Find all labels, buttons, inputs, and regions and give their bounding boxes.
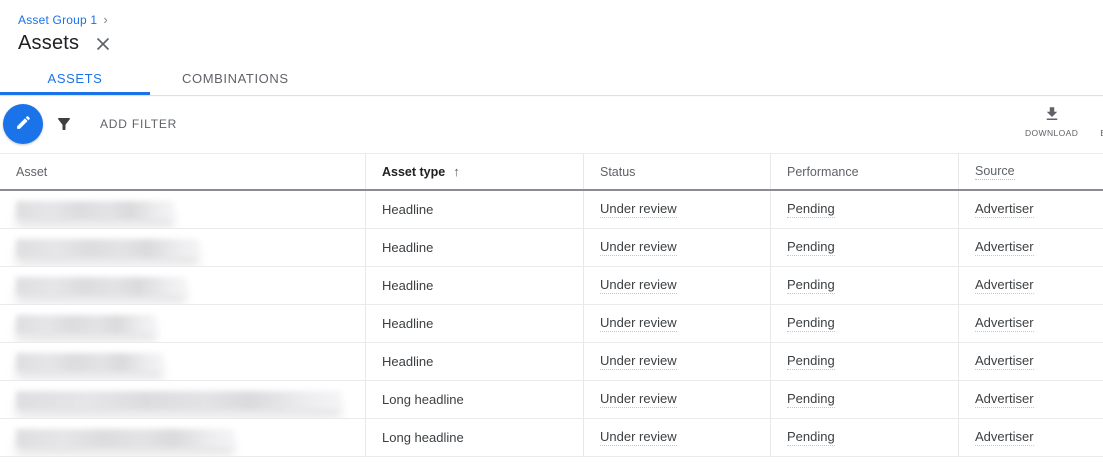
column-header-asset[interactable]: Asset: [0, 154, 365, 189]
status-cell: Under review: [583, 381, 770, 418]
performance-cell: Pending: [770, 305, 958, 342]
status-cell: Under review: [583, 419, 770, 456]
column-header-source[interactable]: Source: [958, 154, 1103, 189]
asset-cell: [0, 267, 365, 304]
sort-ascending-icon: ↑: [453, 164, 460, 179]
assets-table: Asset Asset type ↑ Status Performance So…: [0, 153, 1103, 457]
tab-assets[interactable]: ASSETS: [0, 64, 150, 95]
column-header-performance[interactable]: Performance: [770, 154, 958, 189]
source-cell: Advertiser: [958, 419, 1103, 456]
performance-cell: Pending: [770, 343, 958, 380]
status-cell: Under review: [583, 191, 770, 228]
performance-cell: Pending: [770, 381, 958, 418]
page-title: Assets: [18, 32, 79, 55]
asset-cell: [0, 305, 365, 342]
table-row[interactable]: Headline Under review Pending Advertiser: [0, 191, 1103, 229]
asset-type-cell: Headline: [365, 191, 583, 228]
status-cell: Under review: [583, 267, 770, 304]
asset-cell: [0, 229, 365, 266]
breadcrumb-link[interactable]: Asset Group 1: [18, 13, 97, 27]
performance-cell: Pending: [770, 419, 958, 456]
status-cell: Under review: [583, 305, 770, 342]
funnel-icon: [55, 115, 73, 136]
download-label: DOWNLOAD: [1025, 128, 1078, 138]
asset-type-cell: Headline: [365, 267, 583, 304]
table-row[interactable]: Headline Under review Pending Advertiser: [0, 343, 1103, 381]
table-header-row: Asset Asset type ↑ Status Performance So…: [0, 153, 1103, 191]
asset-cell: [0, 191, 365, 228]
close-icon: [95, 36, 111, 52]
table-row[interactable]: Headline Under review Pending Advertiser: [0, 305, 1103, 343]
assets-panel: Asset Group 1 › Assets ASSETS COMBINATIO…: [0, 0, 1103, 468]
asset-type-cell: Long headline: [365, 381, 583, 418]
performance-cell: Pending: [770, 267, 958, 304]
status-cell: Under review: [583, 229, 770, 266]
performance-cell: Pending: [770, 229, 958, 266]
column-header-status[interactable]: Status: [583, 154, 770, 189]
pencil-icon: [15, 114, 32, 134]
source-cell: Advertiser: [958, 381, 1103, 418]
redacted-asset-text: [16, 391, 341, 409]
download-icon: [1043, 105, 1061, 126]
close-panel-button[interactable]: [94, 35, 112, 53]
performance-cell: Pending: [770, 191, 958, 228]
redacted-asset-text: [16, 429, 234, 447]
redacted-asset-text: [16, 315, 156, 333]
source-cell: Advertiser: [958, 267, 1103, 304]
breadcrumb[interactable]: Asset Group 1 ›: [18, 12, 1103, 27]
asset-type-cell: Headline: [365, 305, 583, 342]
table-row[interactable]: Headline Under review Pending Advertiser: [0, 229, 1103, 267]
tab-combinations[interactable]: COMBINATIONS: [150, 64, 321, 95]
table-row[interactable]: Headline Under review Pending Advertiser: [0, 267, 1103, 305]
panel-header: Asset Group 1 › Assets: [0, 0, 1103, 55]
source-cell: Advertiser: [958, 229, 1103, 266]
download-button[interactable]: DOWNLOAD: [1025, 105, 1078, 138]
source-cell: Advertiser: [958, 343, 1103, 380]
redacted-asset-text: [16, 201, 174, 219]
source-cell: Advertiser: [958, 305, 1103, 342]
asset-cell: [0, 419, 365, 456]
asset-type-cell: Long headline: [365, 419, 583, 456]
table-row[interactable]: Long headline Under review Pending Adver…: [0, 381, 1103, 419]
add-filter-button[interactable]: ADD FILTER: [100, 117, 177, 131]
redacted-asset-text: [16, 239, 199, 257]
redacted-asset-text: [16, 277, 186, 295]
asset-type-cell: Headline: [365, 229, 583, 266]
table-toolbar: ADD FILTER DOWNLOAD EXPAND: [0, 96, 1103, 153]
source-cell: Advertiser: [958, 191, 1103, 228]
status-cell: Under review: [583, 343, 770, 380]
asset-cell: [0, 343, 365, 380]
column-header-asset-type[interactable]: Asset type ↑: [365, 154, 583, 189]
chevron-right-icon: ›: [103, 12, 108, 27]
edit-button[interactable]: [3, 104, 43, 144]
filter-button[interactable]: [52, 113, 76, 137]
asset-type-cell: Headline: [365, 343, 583, 380]
tab-bar: ASSETS COMBINATIONS: [0, 64, 1103, 96]
table-row[interactable]: Long headline Under review Pending Adver…: [0, 419, 1103, 457]
table-body: Headline Under review Pending Advertiser…: [0, 191, 1103, 457]
asset-cell: [0, 381, 365, 418]
toolbar-right-group: DOWNLOAD EXPAND: [1025, 105, 1103, 138]
redacted-asset-text: [16, 353, 163, 371]
